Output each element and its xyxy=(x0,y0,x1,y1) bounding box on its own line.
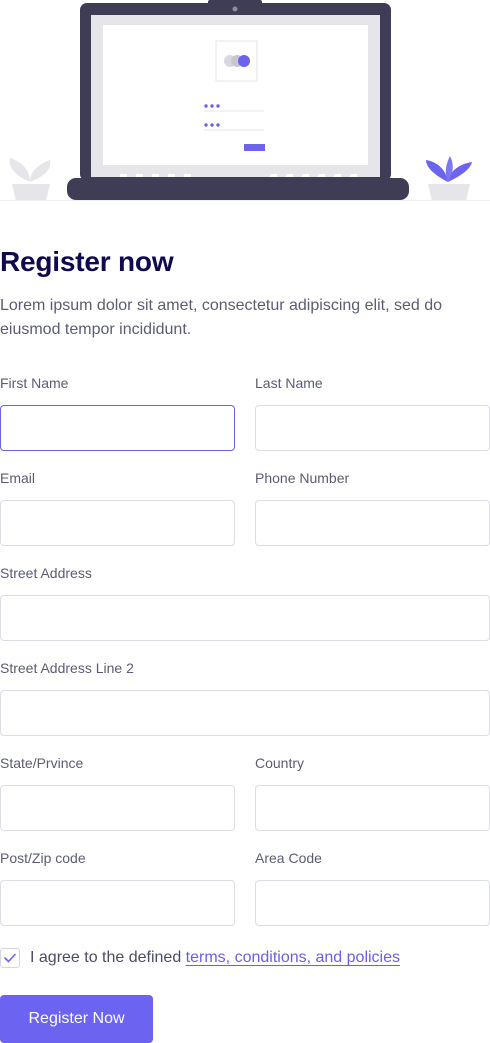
last-name-label: Last Name xyxy=(255,375,323,391)
last-name-field[interactable] xyxy=(255,405,490,451)
phone-field[interactable] xyxy=(255,500,490,546)
check-icon xyxy=(4,953,16,963)
phone-input[interactable] xyxy=(256,501,489,545)
last-name-input[interactable] xyxy=(256,406,489,450)
state-field[interactable] xyxy=(0,785,235,831)
street-address-2-label: Street Address Line 2 xyxy=(0,660,134,676)
page-description: Lorem ipsum dolor sit amet, consectetur … xyxy=(0,297,442,338)
plant-right-icon xyxy=(426,156,472,201)
street-address-input[interactable] xyxy=(1,596,489,640)
zip-input[interactable] xyxy=(1,881,234,925)
street-address-label: Street Address xyxy=(0,565,92,581)
page-title: Register now xyxy=(0,246,174,277)
laptop-illustration xyxy=(9,0,472,201)
agree-label: I agree to the defined xyxy=(30,949,186,966)
agree-text: I agree to the defined terms, conditions… xyxy=(30,948,400,968)
email-label: Email xyxy=(0,470,36,486)
area-code-input[interactable] xyxy=(256,881,489,925)
first-name-input[interactable] xyxy=(1,406,234,450)
zip-field[interactable] xyxy=(0,880,235,926)
street-address-field[interactable] xyxy=(0,595,490,641)
email-field[interactable] xyxy=(0,500,235,546)
agree-checkbox[interactable] xyxy=(0,948,20,968)
email-input[interactable] xyxy=(1,501,234,545)
street-address-2-field[interactable] xyxy=(0,690,490,736)
area-code-label: Area Code xyxy=(255,850,322,866)
state-label: State/Prvince xyxy=(0,755,84,771)
first-name-label: First Name xyxy=(0,375,69,391)
country-input[interactable] xyxy=(256,786,489,830)
terms-link[interactable]: terms, conditions, and policies xyxy=(186,949,400,966)
register-button[interactable]: Register Now xyxy=(0,995,153,1043)
zip-label: Post/Zip code xyxy=(0,850,86,866)
phone-label: Phone Number xyxy=(255,470,350,486)
country-label: Country xyxy=(255,755,305,771)
country-field[interactable] xyxy=(255,785,490,831)
hero-divider xyxy=(0,200,490,201)
state-input[interactable] xyxy=(1,786,234,830)
first-name-field[interactable] xyxy=(0,405,235,451)
plant-left-icon xyxy=(9,158,51,201)
area-code-field[interactable] xyxy=(255,880,490,926)
street-address-2-input[interactable] xyxy=(1,691,489,735)
